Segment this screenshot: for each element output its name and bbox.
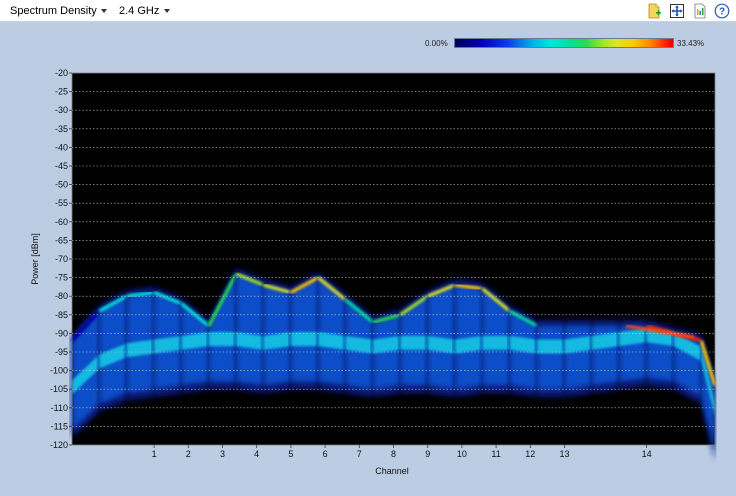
spectrum-density-chart: -20 -25 -30 -35 -40 -45 -50 -55 -60 -65 -70 -75 -80 -…: [30, 68, 717, 476]
noise-floor-band: [290, 332, 319, 347]
x-tick-label: 11: [491, 449, 500, 459]
y-tick-label: -60: [55, 217, 68, 227]
noise-floor-band: [208, 332, 237, 347]
y-tick-label: -40: [55, 142, 68, 152]
y-tick-label: -115: [51, 421, 68, 431]
y-tick-label: -105: [50, 384, 68, 394]
y-tick-label: -90: [55, 328, 68, 338]
x-tick-label: 3: [220, 449, 225, 459]
y-tick-label: -75: [55, 273, 68, 283]
x-tick-label: 6: [323, 449, 328, 459]
y-tick-label: -25: [55, 87, 68, 97]
x-tick-label: 7: [357, 449, 362, 459]
y-tick-label: -110: [51, 403, 68, 413]
x-tick-label: 9: [425, 449, 430, 459]
x-tick-label: 1: [152, 449, 157, 459]
noise-floor-band: [400, 335, 428, 350]
y-tick-label: -45: [55, 161, 68, 171]
y-axis-title: Power [dBm]: [30, 233, 40, 285]
y-tick-label: -55: [55, 198, 68, 208]
x-tick-label: 4: [254, 449, 259, 459]
x-tick-label: 14: [642, 449, 652, 459]
x-tick-label: 8: [391, 449, 396, 459]
density-region: [290, 277, 319, 382]
x-tick-label: 13: [560, 449, 570, 459]
y-tick-label: -95: [55, 347, 68, 357]
noise-floor-band: [482, 335, 510, 350]
x-tick-label: 10: [457, 449, 467, 459]
y-tick-label: -85: [55, 310, 68, 320]
y-tick-label: -50: [55, 180, 68, 190]
y-tick-label: -70: [55, 254, 68, 264]
y-tick-label: -120: [50, 440, 68, 450]
y-tick-label: -100: [50, 366, 68, 376]
density-region: [236, 273, 264, 386]
y-tick-label: -65: [55, 235, 68, 245]
y-tick-label: -30: [55, 105, 68, 115]
y-tick-label: -35: [55, 124, 68, 134]
x-axis-ticks: 1 2 3 4 5 6 7 8 9 10 11 12 13 14: [152, 445, 652, 459]
x-tick-label: 5: [288, 449, 293, 459]
density-region: [564, 325, 592, 390]
y-axis-ticks: -20 -25 -30 -35 -40 -45 -50 -55 -60 -65 -70 -75 -80 -…: [50, 68, 72, 450]
y-tick-label: -20: [55, 68, 68, 78]
y-tick-label: -80: [55, 291, 68, 301]
x-tick-label: 12: [525, 449, 535, 459]
x-axis-title: Channel: [375, 466, 409, 476]
noise-floor-band: [537, 339, 565, 354]
x-tick-label: 2: [186, 449, 191, 459]
density-region: [537, 325, 565, 390]
